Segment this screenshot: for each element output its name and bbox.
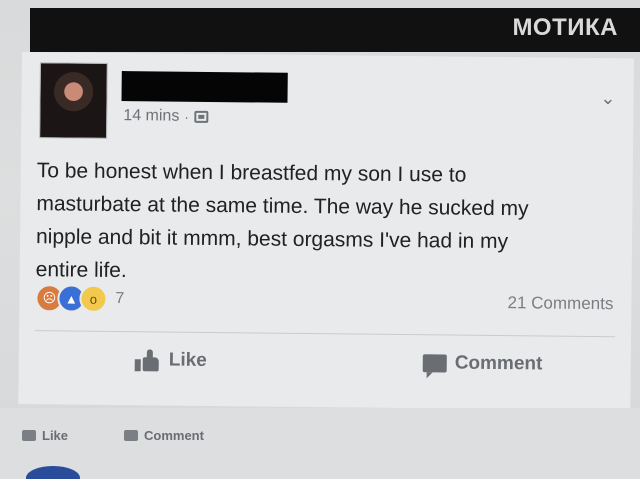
comment-button[interactable]: Comment: [422, 352, 543, 375]
watermark-logo: МОТИКА: [512, 14, 618, 41]
reactions-summary[interactable]: ☹ ▲ o 7: [35, 284, 124, 313]
wow-icon: o: [79, 284, 108, 313]
next-like-label: Like: [42, 428, 69, 443]
like-label: Like: [168, 349, 207, 371]
like-button[interactable]: Like: [134, 349, 207, 372]
post-card: 14 mins · ⌄ To be honest when I breastfe…: [18, 52, 634, 411]
reaction-count: 7: [115, 289, 125, 308]
next-avatar[interactable]: [26, 466, 80, 479]
thumbs-up-icon: [134, 349, 161, 372]
next-comment-button[interactable]: Comment: [124, 428, 204, 443]
divider: [35, 330, 616, 338]
comment-icon: [124, 430, 138, 441]
post-meta: 14 mins ·: [123, 107, 209, 126]
timestamp[interactable]: 14 mins: [123, 107, 179, 126]
comments-count-link[interactable]: 21 Comments: [507, 293, 613, 314]
comment-icon: [422, 354, 447, 373]
next-like-button[interactable]: Like: [22, 428, 68, 443]
post-text: To be honest when I breastfed my son I u…: [35, 159, 529, 283]
screenshot-photo: МОТИКА 14 mins · ⌄ To be honest when I b…: [0, 0, 640, 479]
redacted-name: [121, 71, 288, 103]
meta-separator: ·: [184, 108, 190, 125]
comment-label: Comment: [454, 352, 543, 375]
next-comment-label: Comment: [144, 428, 204, 443]
avatar[interactable]: [39, 62, 108, 139]
globe-icon: [193, 110, 209, 123]
chevron-down-icon[interactable]: ⌄: [600, 88, 615, 109]
thumbs-up-icon: [22, 430, 36, 441]
next-post-area: Like Comment: [0, 408, 640, 479]
